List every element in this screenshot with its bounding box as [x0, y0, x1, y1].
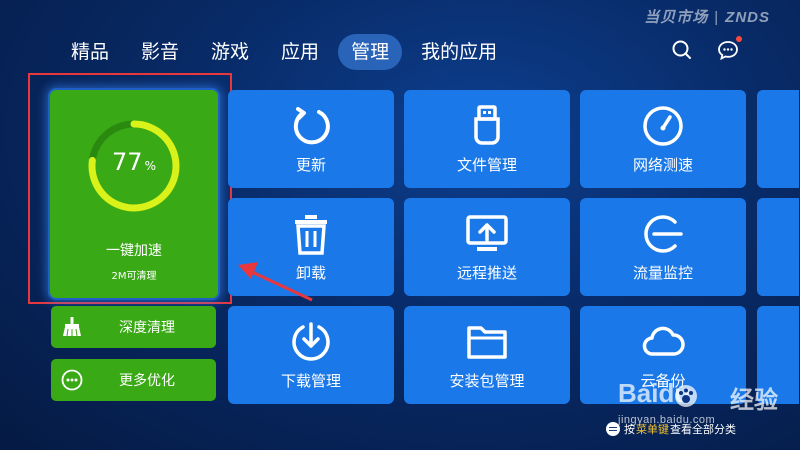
tab-my-apps[interactable]: 我的应用 [408, 34, 510, 70]
tile-traffic-monitor[interactable]: 流量监控 [580, 198, 746, 296]
brand-sub: ZNDS [725, 9, 770, 26]
brand-name: 当贝市场 [644, 9, 709, 26]
percent-value: 77 [112, 148, 143, 176]
tile-uninstall[interactable]: 卸载 [228, 198, 394, 296]
tile-download-manager-label: 下载管理 [280, 372, 341, 390]
cleanable-size: 2M可清理 [111, 271, 157, 282]
speed-percent: 77% [84, 148, 184, 176]
percent-unit: % [144, 159, 156, 173]
tile-speed-test[interactable]: 网络测速 [580, 90, 746, 188]
menu-key-icon [606, 422, 620, 436]
notification-dot [736, 36, 742, 42]
nav-tabs: 精品 影音 游戏 应用 管理 我的应用 [58, 34, 516, 70]
paw-icon [675, 385, 697, 407]
usb-drive-icon [474, 105, 500, 145]
hint-prefix: 按 [624, 423, 635, 436]
broom-icon [63, 317, 81, 337]
tab-apps[interactable]: 应用 [268, 34, 332, 70]
tile-uninstall-label: 卸载 [295, 264, 326, 282]
deep-clean-label: 深度清理 [119, 320, 175, 336]
tile-update[interactable]: 更新 [228, 90, 394, 188]
tile-partial-1[interactable] [757, 90, 799, 188]
one-key-speedup-card[interactable]: 77% 一键加速 2M可清理 [50, 90, 218, 298]
tile-file-manager-label: 文件管理 [456, 156, 517, 174]
tile-remote-push[interactable]: 远程推送 [404, 198, 570, 296]
trash-icon [295, 215, 327, 255]
tab-manage[interactable]: 管理 [338, 34, 403, 70]
tile-speed-test-label: 网络测速 [632, 156, 693, 174]
tab-games[interactable]: 游戏 [198, 34, 262, 70]
more-optimize-button[interactable]: 更多优化 [51, 359, 216, 401]
tile-partial-2[interactable] [757, 198, 799, 296]
message-icon[interactable] [716, 36, 742, 62]
cloud-icon [642, 326, 685, 356]
refresh-icon [293, 107, 330, 145]
tab-featured[interactable]: 精品 [58, 34, 122, 70]
tile-download-manager[interactable]: 下载管理 [228, 306, 394, 404]
brand-logo: 当贝市场 | ZNDS [644, 9, 770, 26]
screen-upload-icon [466, 215, 508, 251]
more-optimize-label: 更多优化 [119, 373, 175, 389]
more-icon [61, 369, 83, 391]
traffic-monitor-icon [644, 215, 683, 253]
deep-clean-button[interactable]: 深度清理 [51, 306, 216, 348]
tile-update-label: 更新 [295, 156, 326, 174]
hint-suffix: 查看全部分类 [670, 423, 736, 436]
folder-icon [467, 326, 507, 359]
tab-video[interactable]: 影音 [128, 34, 192, 70]
tile-package-manager[interactable]: 安装包管理 [404, 306, 570, 404]
hint-key: 菜单键 [636, 423, 669, 436]
tile-remote-push-label: 远程推送 [456, 264, 517, 282]
download-icon [292, 322, 330, 361]
search-icon[interactable] [670, 38, 694, 62]
tile-traffic-monitor-label: 流量监控 [632, 264, 693, 282]
watermark-text-2: 经验 [730, 387, 778, 414]
tile-file-manager[interactable]: 文件管理 [404, 90, 570, 188]
menu-key-hint: 按菜单键 查看全部分类 [606, 421, 736, 437]
speedometer-icon [643, 106, 683, 146]
tile-package-manager-label: 安装包管理 [449, 372, 525, 390]
speedup-title: 一键加速 [106, 243, 162, 259]
